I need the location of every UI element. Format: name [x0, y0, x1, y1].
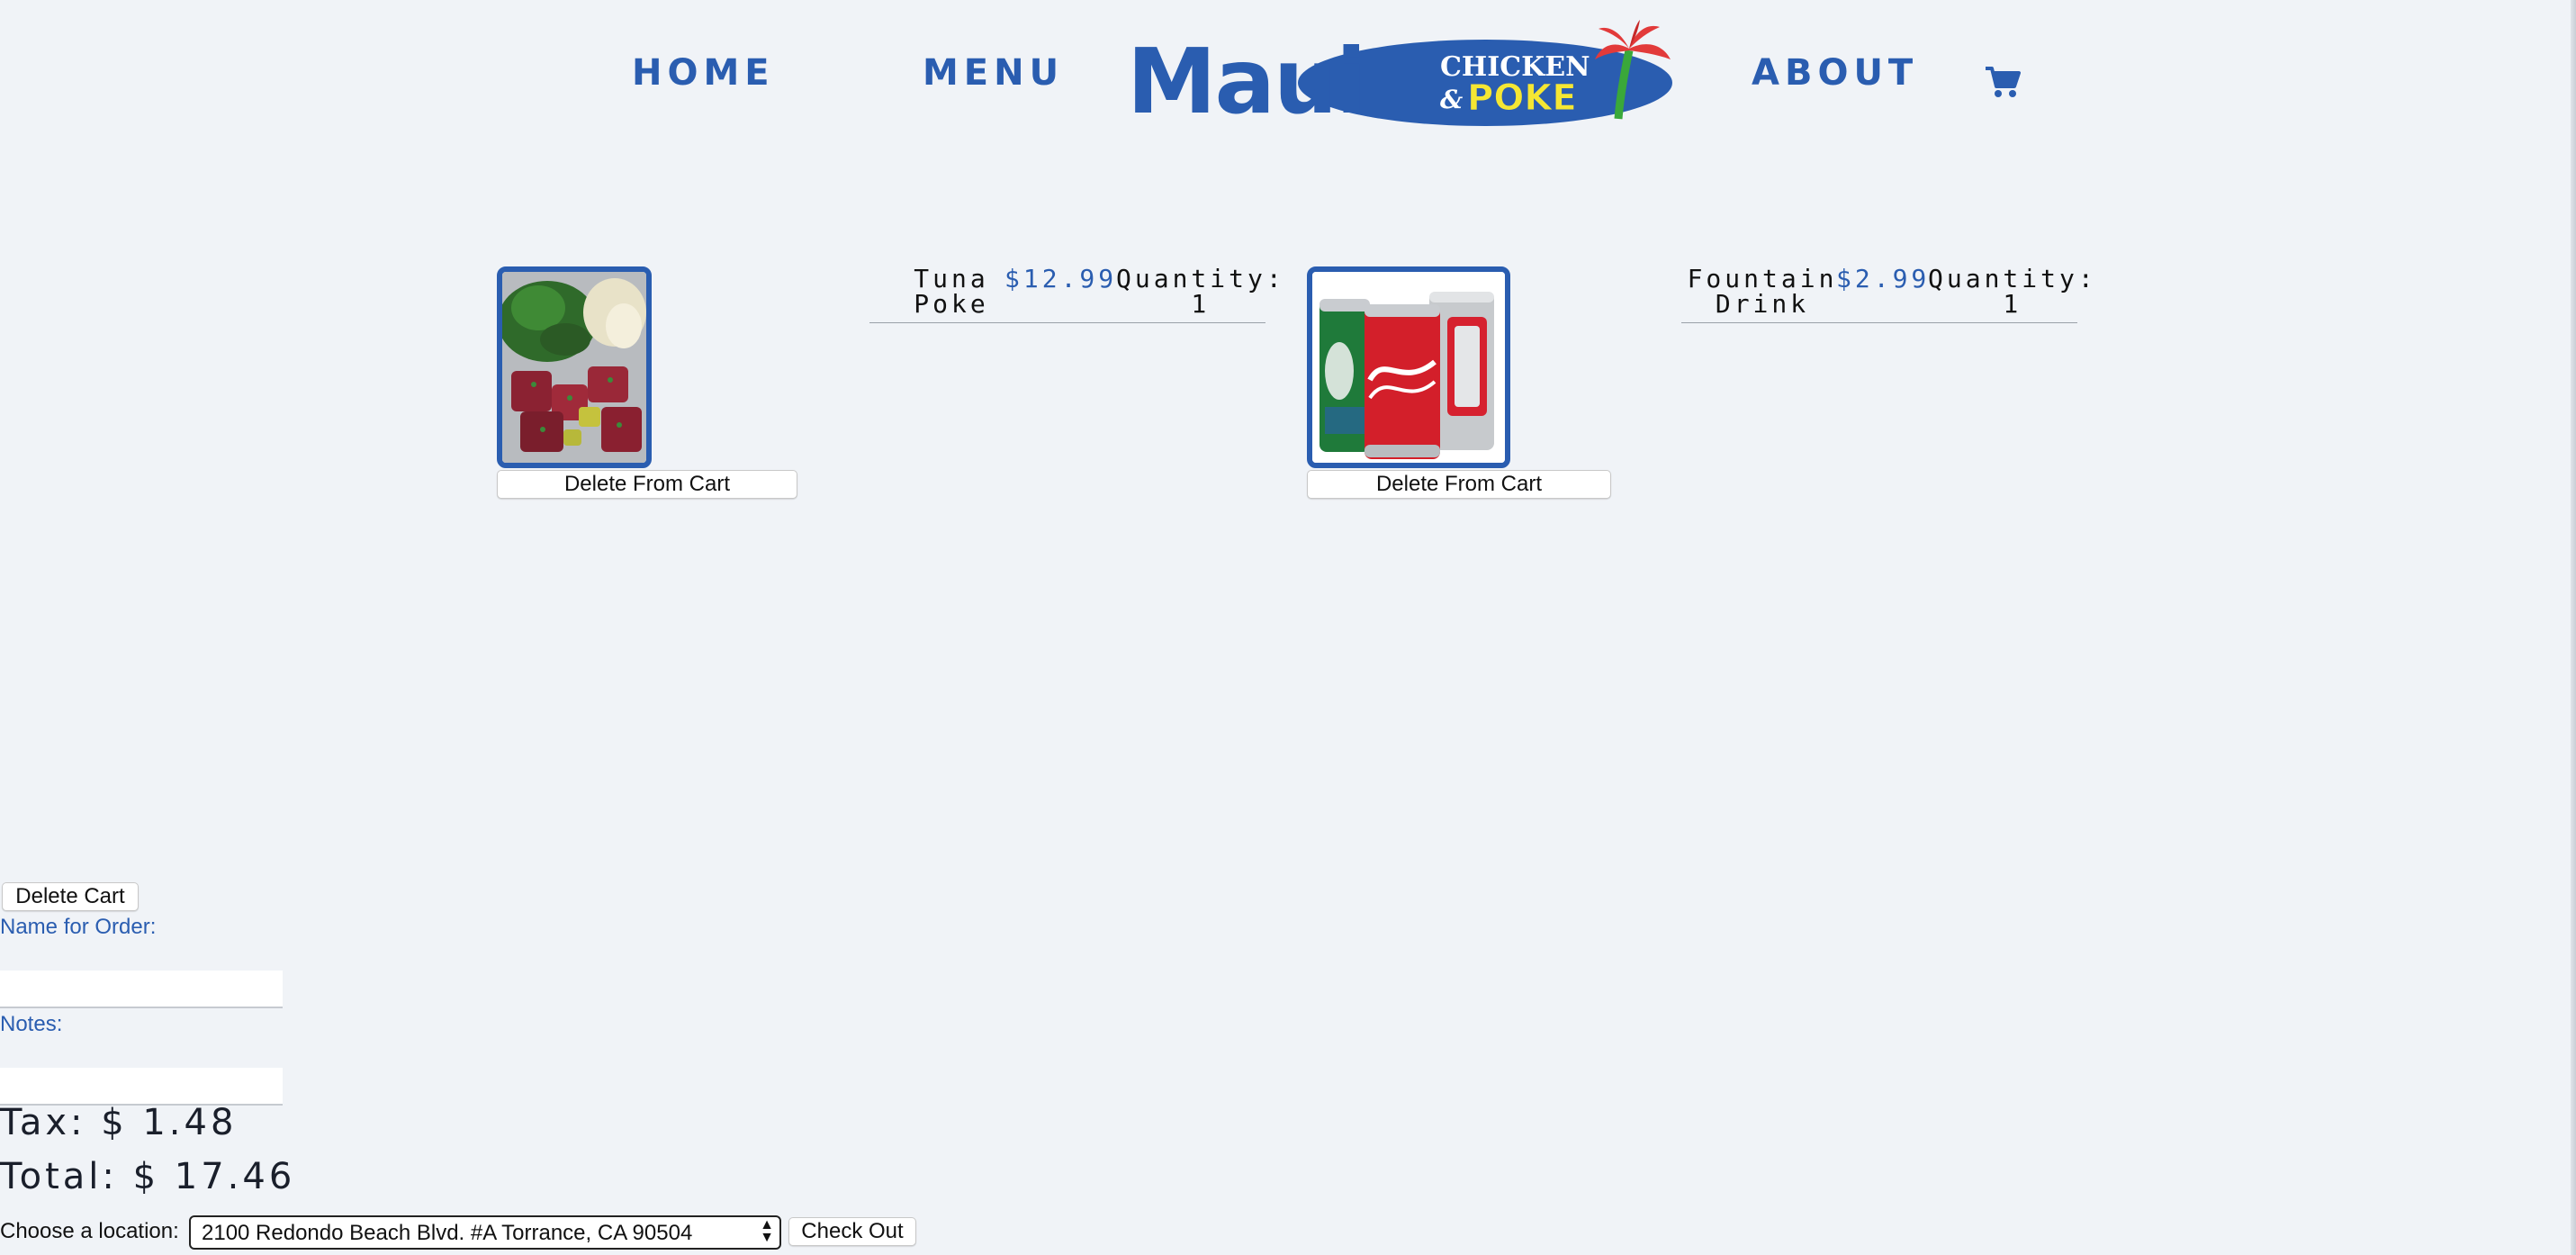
- item-name: Tuna Poke: [884, 266, 1019, 317]
- nav-about-link[interactable]: ABOUT: [1752, 52, 1918, 94]
- location-select[interactable]: 2100 Redondo Beach Blvd. #A Torrance, CA…: [189, 1215, 781, 1250]
- nav-home-link[interactable]: HOME: [632, 52, 775, 94]
- logo-ampersand-text: &: [1440, 85, 1463, 114]
- name-for-order-input[interactable]: [0, 971, 283, 1008]
- logo-poke-text: POKE: [1467, 77, 1577, 119]
- select-arrows-icon: ▲ ▼: [760, 1217, 774, 1245]
- fountain-drink-image: [1307, 266, 1510, 468]
- notes-input[interactable]: [0, 1068, 283, 1106]
- name-for-order-label: Name for Order:: [0, 915, 157, 939]
- logo-word: Maui: [1127, 29, 1365, 131]
- delete-from-cart-button[interactable]: Delete From Cart: [497, 470, 797, 499]
- tuna-poke-image: [497, 266, 652, 468]
- logo-graphic: Maui CHICKEN & POKE: [1127, 20, 1672, 134]
- item-quantity: Quantity: 1: [1928, 266, 2097, 317]
- page-edge: [2571, 0, 2576, 1255]
- item-name-line2: Drink: [1715, 289, 1810, 319]
- nav-menu-link[interactable]: MENU: [923, 52, 1064, 94]
- item-quantity: Quantity: 1: [1116, 266, 1285, 317]
- location-selected-value: 2100 Redondo Beach Blvd. #A Torrance, CA…: [202, 1221, 693, 1245]
- quantity-value: 1: [2003, 289, 2022, 319]
- item-price: $2.99: [1836, 264, 1931, 293]
- item-name: Fountain Drink: [1680, 266, 1845, 317]
- delete-cart-button[interactable]: Delete Cart: [2, 882, 139, 911]
- delete-from-cart-button[interactable]: Delete From Cart: [1307, 470, 1611, 499]
- maui-chicken-poke-logo[interactable]: Maui CHICKEN & POKE: [1127, 20, 1676, 134]
- notes-label: Notes:: [0, 1012, 63, 1036]
- total-amount: Total: $ 17.46: [0, 1156, 296, 1197]
- item-price: $12.99: [1004, 264, 1118, 293]
- choose-location-label: Choose a location:: [0, 1219, 179, 1243]
- quantity-value: 1: [1191, 289, 1211, 319]
- cart-item-info: Tuna Poke $12.99 Quantity: 1: [869, 264, 1282, 323]
- tax-amount: Tax: $ 1.48: [0, 1102, 238, 1143]
- cart-item-info: Fountain Drink $2.99 Quantity: 1: [1680, 264, 2094, 323]
- check-out-button[interactable]: Check Out: [788, 1217, 916, 1246]
- shopping-cart-icon[interactable]: [1984, 65, 2022, 99]
- item-name-line2: Poke: [914, 289, 989, 319]
